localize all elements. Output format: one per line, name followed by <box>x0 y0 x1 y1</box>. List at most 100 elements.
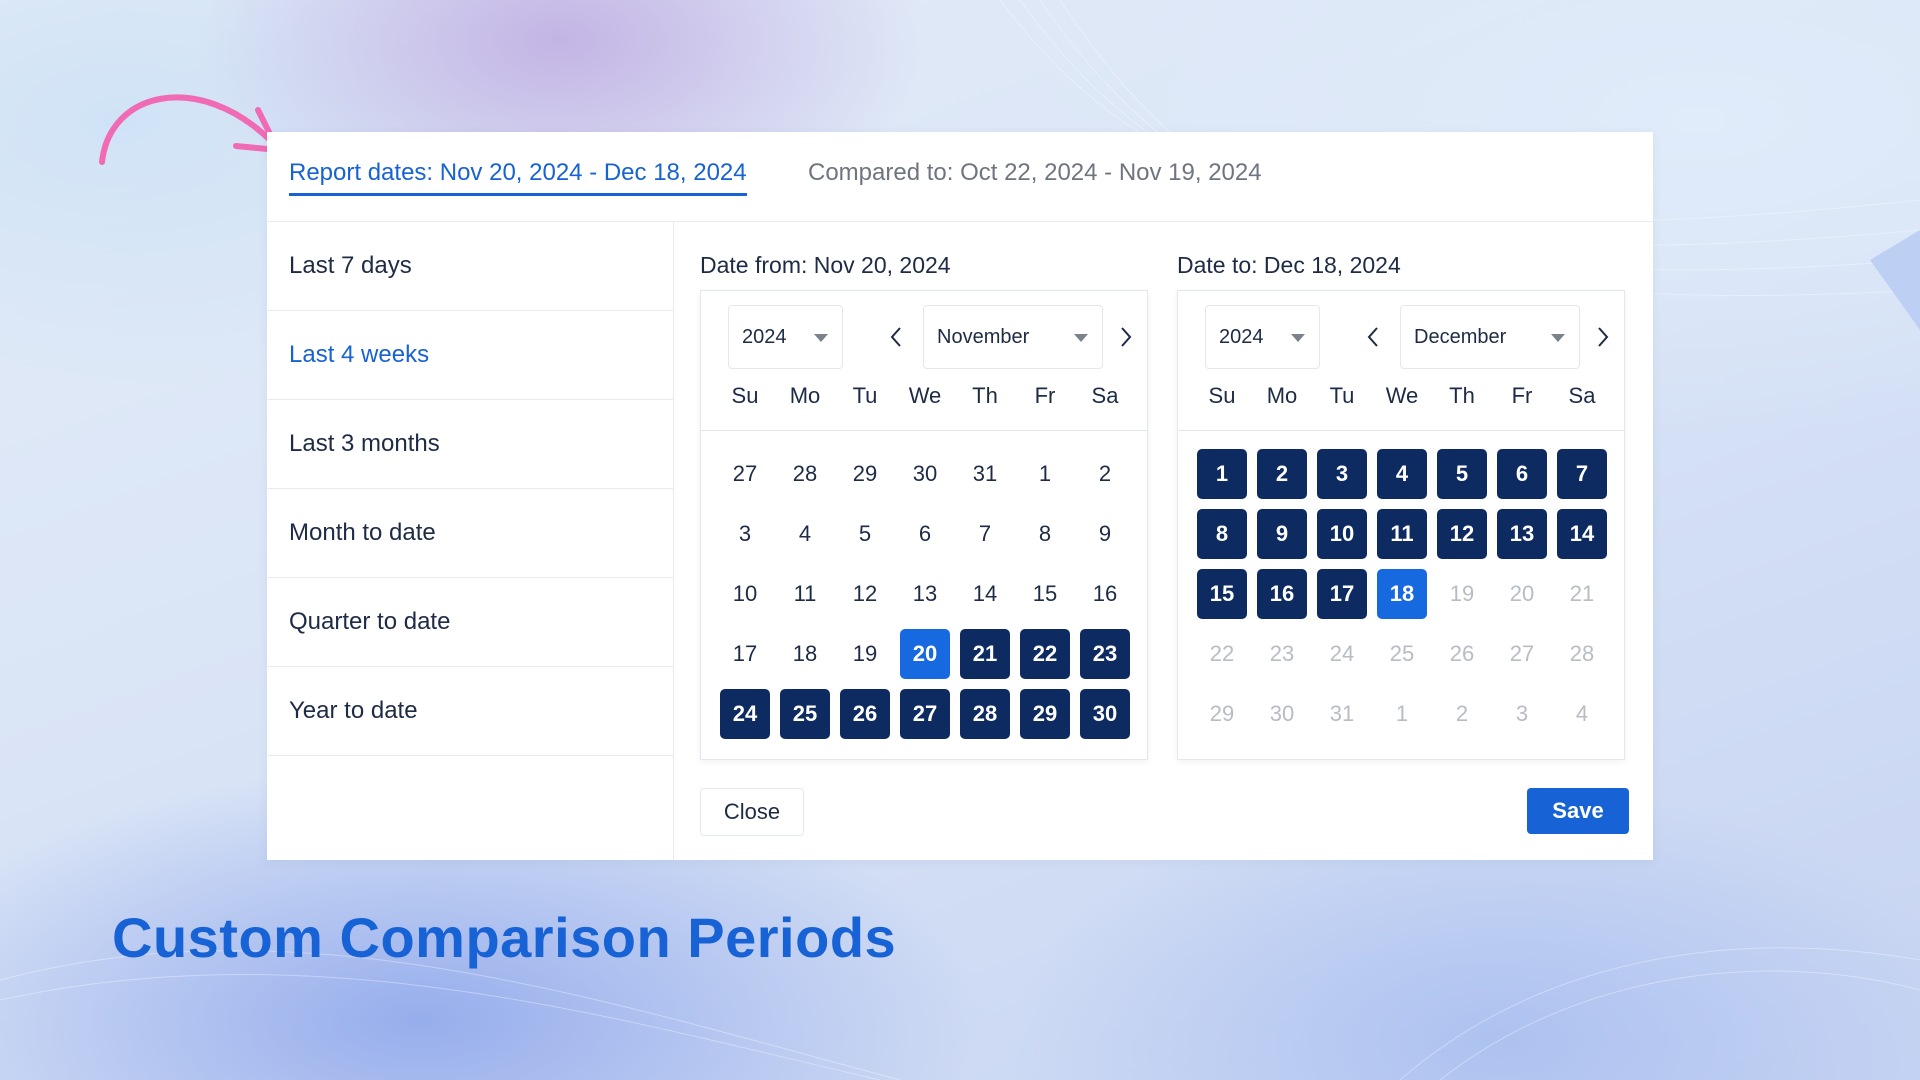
calendar-day[interactable]: 9 <box>1257 509 1307 559</box>
calendar-day[interactable]: 1 <box>1377 689 1427 739</box>
weekday-label: We <box>1385 383 1419 408</box>
calendar-day[interactable]: 25 <box>1377 629 1427 679</box>
date-from-title: Date from: Nov 20, 2024 <box>700 252 951 278</box>
calendar-day[interactable]: 16 <box>1080 569 1130 619</box>
calendar-day[interactable]: 4 <box>1557 689 1607 739</box>
calendar-day[interactable]: 2 <box>1080 449 1130 499</box>
calendar-day[interactable]: 30 <box>1257 689 1307 739</box>
calendar-day[interactable]: 12 <box>840 569 890 619</box>
calendar-day[interactable]: 5 <box>840 509 890 559</box>
calendar-day[interactable]: 21 <box>1557 569 1607 619</box>
tab-report-dates[interactable]: Report dates: Nov 20, 2024 - Dec 18, 202… <box>289 159 747 196</box>
panel-header: Report dates: Nov 20, 2024 - Dec 18, 202… <box>267 132 1653 222</box>
prev-month-button[interactable] <box>881 321 911 353</box>
calendar-day[interactable]: 23 <box>1257 629 1307 679</box>
calendar-day[interactable]: 13 <box>1497 509 1547 559</box>
calendar-day[interactable]: 29 <box>1197 689 1247 739</box>
calendar-day[interactable]: 26 <box>1437 629 1487 679</box>
calendar-day[interactable]: 27 <box>720 449 770 499</box>
calendar-day[interactable]: 5 <box>1437 449 1487 499</box>
weekday-label: Th <box>1449 383 1475 408</box>
year-select[interactable]: 2024 <box>728 305 843 369</box>
preset-quarter-to-date[interactable]: Quarter to date <box>267 578 673 667</box>
preset-year-to-date[interactable]: Year to date <box>267 667 673 756</box>
calendar-day[interactable]: 22 <box>1020 629 1070 679</box>
calendar-day[interactable]: 18 <box>780 629 830 679</box>
calendar-day[interactable]: 19 <box>1437 569 1487 619</box>
calendar-day[interactable]: 4 <box>1377 449 1427 499</box>
calendar-day[interactable]: 27 <box>900 689 950 739</box>
year-select[interactable]: 2024 <box>1205 305 1320 369</box>
calendar-day[interactable]: 7 <box>1557 449 1607 499</box>
weekday-label: We <box>908 383 942 408</box>
calendar-day[interactable]: 27 <box>1497 629 1547 679</box>
calendar-day[interactable]: 11 <box>780 569 830 619</box>
calendar-day[interactable]: 29 <box>840 449 890 499</box>
calendar-day[interactable]: 17 <box>1317 569 1367 619</box>
save-button[interactable]: Save <box>1527 788 1629 834</box>
calendar-day[interactable]: 3 <box>720 509 770 559</box>
calendar-day[interactable]: 8 <box>1197 509 1247 559</box>
calendar-day[interactable]: 22 <box>1197 629 1247 679</box>
calendar-day[interactable]: 19 <box>840 629 890 679</box>
calendar-day[interactable]: 10 <box>1317 509 1367 559</box>
calendar-day[interactable]: 29 <box>1020 689 1070 739</box>
calendar-day[interactable]: 2 <box>1257 449 1307 499</box>
page-headline: Custom Comparison Periods <box>112 906 897 969</box>
calendar-day[interactable]: 15 <box>1197 569 1247 619</box>
calendar-day[interactable]: 31 <box>960 449 1010 499</box>
calendar-day[interactable]: 6 <box>1497 449 1547 499</box>
calendar-day[interactable]: 1 <box>1197 449 1247 499</box>
preset-month-to-date[interactable]: Month to date <box>267 489 673 578</box>
calendar-day[interactable]: 11 <box>1377 509 1427 559</box>
preset-last-4-weeks[interactable]: Last 4 weeks <box>267 311 673 400</box>
calendar-day[interactable]: 17 <box>720 629 770 679</box>
calendar-day[interactable]: 18 <box>1377 569 1427 619</box>
weekday-label: Fr <box>1034 383 1056 408</box>
calendar-day[interactable]: 23 <box>1080 629 1130 679</box>
calendar-day[interactable]: 31 <box>1317 689 1367 739</box>
calendar-day[interactable]: 24 <box>720 689 770 739</box>
calendar-day[interactable]: 15 <box>1020 569 1070 619</box>
preset-list: Last 7 days Last 4 weeks Last 3 months M… <box>267 222 674 860</box>
calendar-day[interactable]: 9 <box>1080 509 1130 559</box>
calendar-day[interactable]: 20 <box>900 629 950 679</box>
calendar-day[interactable]: 3 <box>1317 449 1367 499</box>
calendar-day[interactable]: 16 <box>1257 569 1307 619</box>
preset-last-7-days[interactable]: Last 7 days <box>267 222 673 311</box>
calendar-day[interactable]: 28 <box>1557 629 1607 679</box>
calendar-day[interactable]: 21 <box>960 629 1010 679</box>
calendar-day[interactable]: 13 <box>900 569 950 619</box>
preset-last-3-months[interactable]: Last 3 months <box>267 400 673 489</box>
calendar-day[interactable]: 6 <box>900 509 950 559</box>
calendar-day[interactable]: 4 <box>780 509 830 559</box>
chevron-left-icon <box>1367 327 1378 347</box>
calendar-day[interactable]: 7 <box>960 509 1010 559</box>
calendar-day[interactable]: 30 <box>1080 689 1130 739</box>
calendar-day[interactable]: 25 <box>780 689 830 739</box>
calendar-day[interactable]: 2 <box>1437 689 1487 739</box>
calendar-day[interactable]: 28 <box>780 449 830 499</box>
calendar-day[interactable]: 3 <box>1497 689 1547 739</box>
date-to-title: Date to: Dec 18, 2024 <box>1177 252 1401 278</box>
calendar-day[interactable]: 12 <box>1437 509 1487 559</box>
calendar-day[interactable]: 8 <box>1020 509 1070 559</box>
calendar-day[interactable]: 24 <box>1317 629 1367 679</box>
weekday-label: Su <box>1208 383 1236 408</box>
tab-compared-to[interactable]: Compared to: Oct 22, 2024 - Nov 19, 2024 <box>808 159 1262 187</box>
next-month-button[interactable] <box>1111 321 1141 353</box>
calendar-day[interactable]: 14 <box>960 569 1010 619</box>
weekday-label: Su <box>731 383 759 408</box>
calendar-day[interactable]: 28 <box>960 689 1010 739</box>
calendar-day[interactable]: 26 <box>840 689 890 739</box>
month-select[interactable]: December <box>1400 305 1580 369</box>
prev-month-button[interactable] <box>1358 321 1388 353</box>
month-select[interactable]: November <box>923 305 1103 369</box>
calendar-day[interactable]: 20 <box>1497 569 1547 619</box>
next-month-button[interactable] <box>1588 321 1618 353</box>
calendar-day[interactable]: 30 <box>900 449 950 499</box>
calendar-day[interactable]: 14 <box>1557 509 1607 559</box>
calendar-day[interactable]: 10 <box>720 569 770 619</box>
close-button[interactable]: Close <box>700 788 804 836</box>
calendar-day[interactable]: 1 <box>1020 449 1070 499</box>
